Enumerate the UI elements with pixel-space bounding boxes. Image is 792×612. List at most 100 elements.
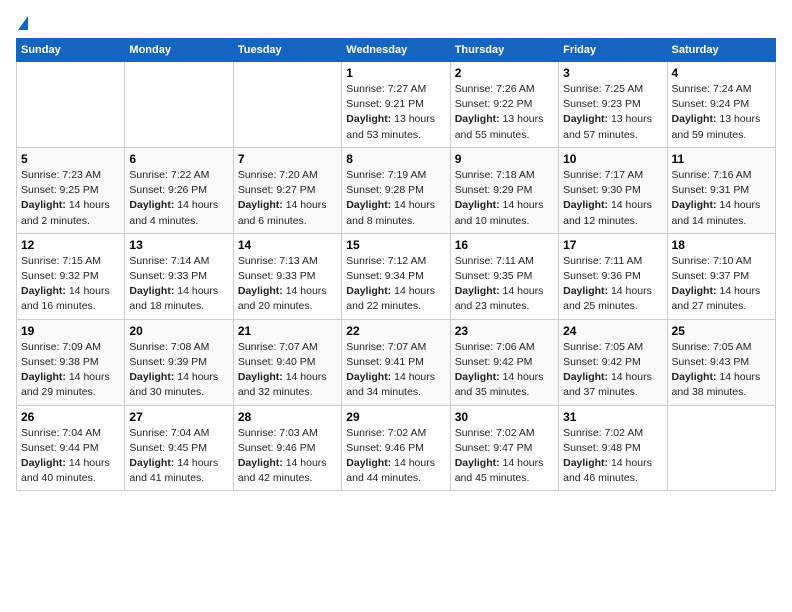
day-cell-18: 18 Sunrise: 7:10 AMSunset: 9:37 PMDayligh… [667,233,775,319]
empty-cell [233,62,341,148]
week-row-2: 5 Sunrise: 7:23 AMSunset: 9:25 PMDaylight… [17,147,776,233]
day-number: 1 [346,66,445,80]
day-cell-13: 13 Sunrise: 7:14 AMSunset: 9:33 PMDayligh… [125,233,233,319]
day-cell-12: 12 Sunrise: 7:15 AMSunset: 9:32 PMDayligh… [17,233,125,319]
day-number: 19 [21,324,120,338]
day-info: Sunrise: 7:04 AMSunset: 9:45 PMDaylight:… [129,426,228,487]
day-info: Sunrise: 7:27 AMSunset: 9:21 PMDaylight:… [346,82,445,143]
day-info: Sunrise: 7:12 AMSunset: 9:34 PMDaylight:… [346,254,445,315]
day-info: Sunrise: 7:05 AMSunset: 9:42 PMDaylight:… [563,340,662,401]
day-cell-31: 31 Sunrise: 7:02 AMSunset: 9:48 PMDayligh… [559,405,667,491]
day-cell-8: 8 Sunrise: 7:19 AMSunset: 9:28 PMDaylight… [342,147,450,233]
day-info: Sunrise: 7:02 AMSunset: 9:48 PMDaylight:… [563,426,662,487]
day-cell-16: 16 Sunrise: 7:11 AMSunset: 9:35 PMDayligh… [450,233,558,319]
day-cell-25: 25Sunrise: 7:05 AMSunset: 9:43 PMDayligh… [667,319,775,405]
day-cell-14: 14 Sunrise: 7:13 AMSunset: 9:33 PMDayligh… [233,233,341,319]
day-number: 9 [455,152,554,166]
day-number: 11 [672,152,771,166]
day-cell-27: 27 Sunrise: 7:04 AMSunset: 9:45 PMDayligh… [125,405,233,491]
day-cell-15: 15 Sunrise: 7:12 AMSunset: 9:34 PMDayligh… [342,233,450,319]
day-number: 2 [455,66,554,80]
day-cell-9: 9 Sunrise: 7:18 AMSunset: 9:29 PMDaylight… [450,147,558,233]
day-info: Sunrise: 7:25 AMSunset: 9:23 PMDaylight:… [563,82,662,143]
day-number: 12 [21,238,120,252]
page-header [16,16,776,30]
day-info: Sunrise: 7:13 AMSunset: 9:33 PMDaylight:… [238,254,337,315]
day-cell-28: 28Sunrise: 7:03 AMSunset: 9:46 PMDayligh… [233,405,341,491]
day-number: 27 [129,410,228,424]
day-info: Sunrise: 7:14 AMSunset: 9:33 PMDaylight:… [129,254,228,315]
day-number: 4 [672,66,771,80]
week-row-3: 12 Sunrise: 7:15 AMSunset: 9:32 PMDayligh… [17,233,776,319]
day-info: Sunrise: 7:26 AMSunset: 9:22 PMDaylight:… [455,82,554,143]
logo [16,16,28,30]
day-cell-21: 21 Sunrise: 7:07 AMSunset: 9:40 PMDayligh… [233,319,341,405]
week-row-4: 19 Sunrise: 7:09 AMSunset: 9:38 PMDayligh… [17,319,776,405]
weekday-header-thursday: Thursday [450,39,558,62]
weekday-header-friday: Friday [559,39,667,62]
day-cell-29: 29 Sunrise: 7:02 AMSunset: 9:46 PMDayligh… [342,405,450,491]
day-info: Sunrise: 7:23 AMSunset: 9:25 PMDaylight:… [21,168,120,229]
day-cell-22: 22 Sunrise: 7:07 AMSunset: 9:41 PMDayligh… [342,319,450,405]
day-cell-2: 2 Sunrise: 7:26 AMSunset: 9:22 PMDaylight… [450,62,558,148]
day-cell-10: 10 Sunrise: 7:17 AMSunset: 9:30 PMDayligh… [559,147,667,233]
day-number: 17 [563,238,662,252]
weekday-header-tuesday: Tuesday [233,39,341,62]
day-number: 14 [238,238,337,252]
day-cell-4: 4 Sunrise: 7:24 AMSunset: 9:24 PMDaylight… [667,62,775,148]
day-info: Sunrise: 7:11 AMSunset: 9:36 PMDaylight:… [563,254,662,315]
day-cell-5: 5 Sunrise: 7:23 AMSunset: 9:25 PMDaylight… [17,147,125,233]
day-number: 7 [238,152,337,166]
weekday-header-sunday: Sunday [17,39,125,62]
empty-cell [17,62,125,148]
day-info: Sunrise: 7:24 AMSunset: 9:24 PMDaylight:… [672,82,771,143]
day-info: Sunrise: 7:17 AMSunset: 9:30 PMDaylight:… [563,168,662,229]
day-info: Sunrise: 7:15 AMSunset: 9:32 PMDaylight:… [21,254,120,315]
day-cell-17: 17 Sunrise: 7:11 AMSunset: 9:36 PMDayligh… [559,233,667,319]
day-number: 13 [129,238,228,252]
day-number: 25 [672,324,771,338]
day-info: Sunrise: 7:20 AMSunset: 9:27 PMDaylight:… [238,168,337,229]
calendar-table: SundayMondayTuesdayWednesdayThursdayFrid… [16,38,776,491]
day-cell-3: 3Sunrise: 7:25 AMSunset: 9:23 PMDaylight… [559,62,667,148]
day-cell-6: 6 Sunrise: 7:22 AMSunset: 9:26 PMDaylight… [125,147,233,233]
empty-cell [667,405,775,491]
day-number: 18 [672,238,771,252]
day-number: 20 [129,324,228,338]
day-info: Sunrise: 7:18 AMSunset: 9:29 PMDaylight:… [455,168,554,229]
day-info: Sunrise: 7:16 AMSunset: 9:31 PMDaylight:… [672,168,771,229]
day-number: 31 [563,410,662,424]
day-number: 16 [455,238,554,252]
day-cell-1: 1 Sunrise: 7:27 AMSunset: 9:21 PMDaylight… [342,62,450,148]
day-number: 29 [346,410,445,424]
day-number: 22 [346,324,445,338]
day-info: Sunrise: 7:06 AMSunset: 9:42 PMDaylight:… [455,340,554,401]
day-info: Sunrise: 7:07 AMSunset: 9:41 PMDaylight:… [346,340,445,401]
day-cell-23: 23 Sunrise: 7:06 AMSunset: 9:42 PMDayligh… [450,319,558,405]
day-cell-20: 20 Sunrise: 7:08 AMSunset: 9:39 PMDayligh… [125,319,233,405]
day-info: Sunrise: 7:22 AMSunset: 9:26 PMDaylight:… [129,168,228,229]
day-number: 5 [21,152,120,166]
day-number: 8 [346,152,445,166]
day-info: Sunrise: 7:08 AMSunset: 9:39 PMDaylight:… [129,340,228,401]
week-row-1: 1 Sunrise: 7:27 AMSunset: 9:21 PMDaylight… [17,62,776,148]
day-number: 21 [238,324,337,338]
week-row-5: 26Sunrise: 7:04 AMSunset: 9:44 PMDayligh… [17,405,776,491]
day-cell-30: 30 Sunrise: 7:02 AMSunset: 9:47 PMDayligh… [450,405,558,491]
weekday-header-wednesday: Wednesday [342,39,450,62]
day-number: 15 [346,238,445,252]
day-number: 10 [563,152,662,166]
day-number: 23 [455,324,554,338]
day-info: Sunrise: 7:02 AMSunset: 9:47 PMDaylight:… [455,426,554,487]
day-info: Sunrise: 7:02 AMSunset: 9:46 PMDaylight:… [346,426,445,487]
day-info: Sunrise: 7:07 AMSunset: 9:40 PMDaylight:… [238,340,337,401]
day-number: 6 [129,152,228,166]
day-info: Sunrise: 7:09 AMSunset: 9:38 PMDaylight:… [21,340,120,401]
day-cell-11: 11 Sunrise: 7:16 AMSunset: 9:31 PMDayligh… [667,147,775,233]
day-cell-26: 26Sunrise: 7:04 AMSunset: 9:44 PMDayligh… [17,405,125,491]
day-number: 30 [455,410,554,424]
day-info: Sunrise: 7:19 AMSunset: 9:28 PMDaylight:… [346,168,445,229]
day-cell-7: 7 Sunrise: 7:20 AMSunset: 9:27 PMDaylight… [233,147,341,233]
day-info: Sunrise: 7:11 AMSunset: 9:35 PMDaylight:… [455,254,554,315]
day-info: Sunrise: 7:10 AMSunset: 9:37 PMDaylight:… [672,254,771,315]
